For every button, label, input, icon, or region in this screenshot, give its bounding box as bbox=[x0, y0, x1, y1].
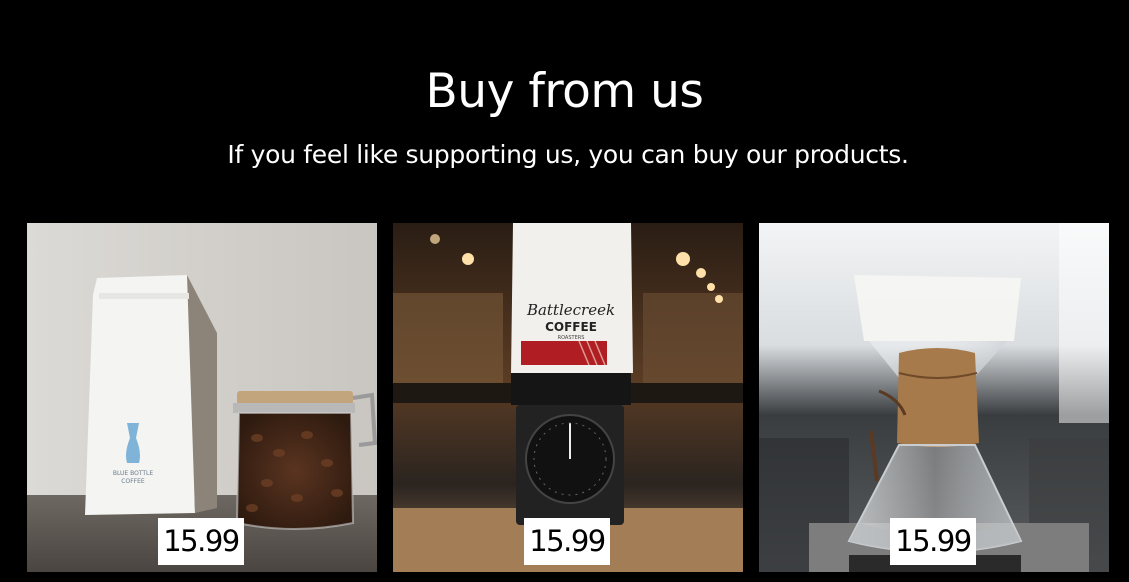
products-section: Buy from us If you feel like supporting … bbox=[0, 0, 1129, 582]
brand-script: Battlecreek bbox=[526, 301, 615, 319]
bag-label-line1: BLUE BOTTLE bbox=[113, 470, 154, 477]
product-card-coffee-bag[interactable]: BLUE BOTTLE COFFEE 15.99 bbox=[27, 223, 377, 572]
brand-sub: ROASTERS bbox=[558, 335, 585, 341]
price-tag: 15.99 bbox=[158, 518, 244, 565]
product-card-grinder[interactable]: Battlecreek COFFEE ROASTERS 15.99 bbox=[393, 223, 743, 572]
brand-word: COFFEE bbox=[545, 320, 597, 334]
price-tag: 15.99 bbox=[890, 518, 976, 565]
section-title: Buy from us bbox=[425, 64, 704, 119]
product-card-chemex[interactable]: 15.99 bbox=[759, 223, 1109, 572]
price-tag: 15.99 bbox=[524, 518, 610, 565]
section-subtitle: If you feel like supporting us, you can … bbox=[227, 140, 909, 169]
bag-label-line2: COFFEE bbox=[121, 478, 145, 485]
